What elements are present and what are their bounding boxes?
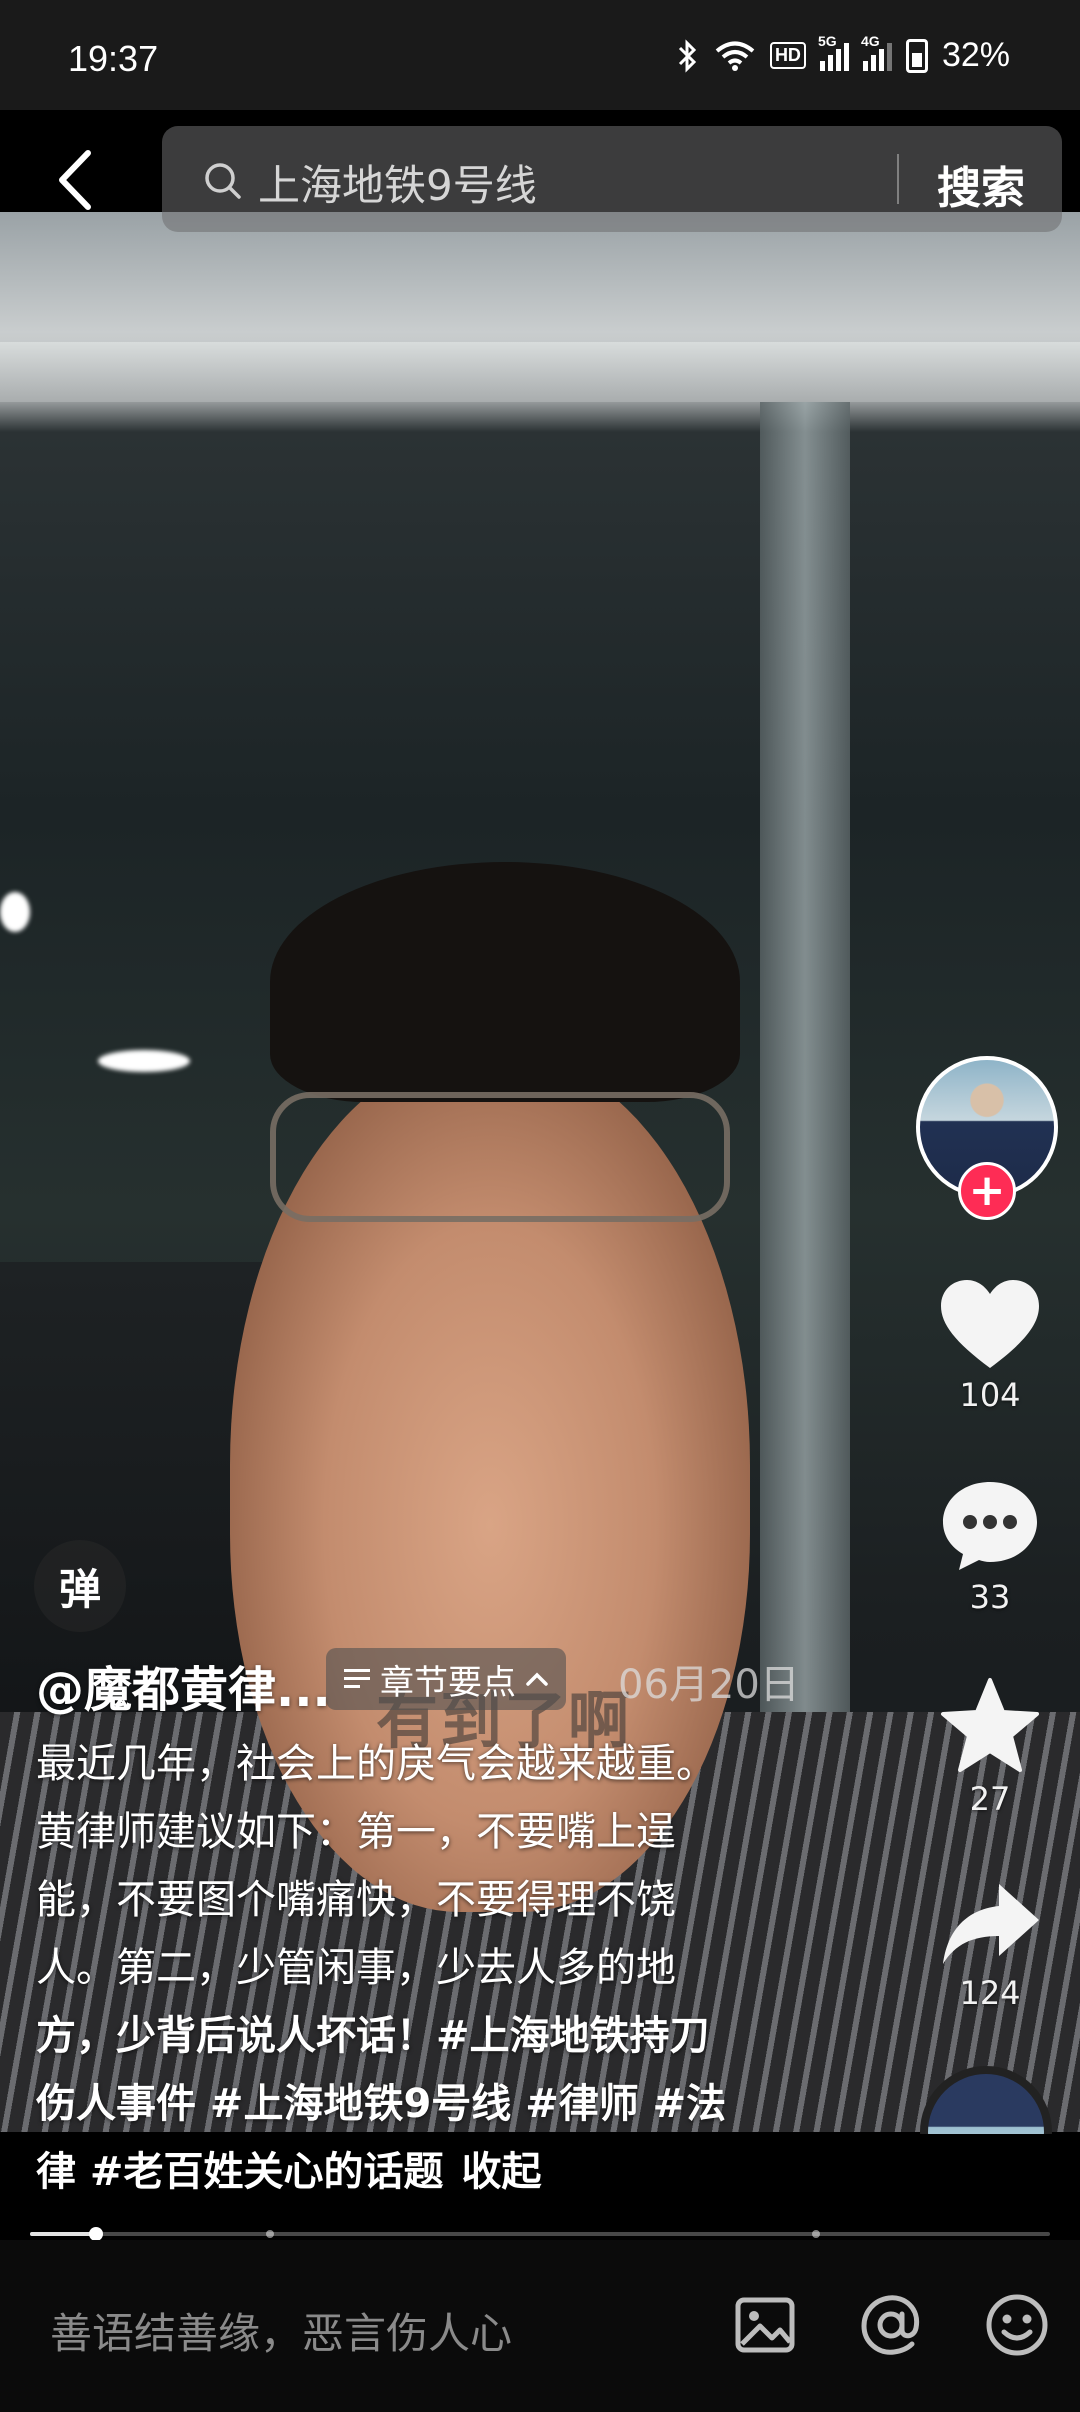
chapter-points-button[interactable]: 章节要点 xyxy=(326,1648,566,1710)
video-light xyxy=(98,1050,190,1072)
description-hashtags[interactable]: 律 #老百姓关心的话题 xyxy=(36,2149,443,2195)
chapter-marker xyxy=(812,2230,820,2238)
bluetooth-icon xyxy=(678,38,697,73)
chapter-marker xyxy=(266,2230,274,2238)
post-description[interactable]: 最近几年，社会上的戾气会越来越重。 黄律师建议如下：第一，不要嘴上逞 能，不要图… xyxy=(36,1730,796,2206)
collapse-button[interactable]: 收起 xyxy=(461,2149,541,2195)
video-person-glasses xyxy=(270,1092,730,1222)
status-icons: HD 5G 4G 32% xyxy=(676,33,1010,75)
description-line: 能，不要图个嘴痛快，不要得理不饶 xyxy=(36,1877,676,1923)
description-line: 方，少背后说人坏话！#上海地铁持刀 xyxy=(36,2013,710,2059)
favorite-count: 27 xyxy=(969,1780,1011,1818)
video-ceiling xyxy=(0,342,1080,402)
share-icon[interactable] xyxy=(935,1876,1045,1976)
status-time: 19:37 xyxy=(68,38,159,79)
status-bar: 19:37 HD 5G 4G 32% xyxy=(0,0,1080,110)
signal-5g-label: 5G xyxy=(817,32,837,49)
comment-input[interactable]: 善语结善缘，恶言伤人心 xyxy=(50,2300,512,2361)
signal-5g-icon: 5G xyxy=(818,33,849,71)
description-line: 最近几年，社会上的戾气会越来越重。 xyxy=(36,1741,716,1787)
progress-played xyxy=(30,2232,97,2236)
back-arrow-icon[interactable] xyxy=(50,145,100,215)
post-date: 06月20日 xyxy=(618,1662,800,1708)
share-count: 124 xyxy=(959,1974,1021,2012)
battery-icon xyxy=(905,38,928,73)
progress-knob[interactable] xyxy=(89,2227,104,2241)
search-query[interactable]: 上海地铁9号线 xyxy=(258,152,537,213)
search-icon xyxy=(205,163,241,199)
description-line: 人。第二，少管闲事，少去人多的地 xyxy=(36,1945,676,1991)
video-progress-bar[interactable] xyxy=(30,2227,1050,2241)
chapter-points-label: 章节要点 xyxy=(380,1662,516,1703)
search-box[interactable]: 上海地铁9号线 搜索 xyxy=(162,126,1062,232)
heart-icon[interactable] xyxy=(935,1276,1045,1376)
chevron-up-icon xyxy=(526,1672,548,1686)
video-light xyxy=(0,892,30,932)
description-line: 伤人事件 #上海地铁9号线 #律师 #法 xyxy=(36,2081,727,2127)
signal-4g-label: 4G xyxy=(860,32,880,49)
search-button[interactable]: 搜索 xyxy=(937,152,1025,216)
search-divider xyxy=(897,154,899,204)
battery-percent: 32% xyxy=(941,36,1010,74)
description-line: 黄律师建议如下：第一，不要嘴上逞 xyxy=(36,1809,676,1855)
comment-icon[interactable] xyxy=(935,1474,1045,1574)
description-last-line: 律 #老百姓关心的话题 收起 xyxy=(36,2138,796,2206)
like-count: 104 xyxy=(959,1376,1021,1414)
follow-plus-button[interactable]: + xyxy=(958,1162,1016,1220)
list-icon xyxy=(344,1669,370,1688)
star-icon[interactable] xyxy=(935,1676,1045,1776)
emoji-icon[interactable] xyxy=(982,2290,1052,2360)
at-icon[interactable] xyxy=(856,2290,926,2360)
signal-4g-icon: 4G xyxy=(861,33,892,71)
wifi-icon xyxy=(715,41,755,71)
danmaku-toggle-button[interactable]: 弹 xyxy=(34,1540,126,1632)
author-name[interactable]: @魔都黄律... xyxy=(36,1650,331,1720)
hd-voice-badge: HD xyxy=(769,42,806,69)
image-icon[interactable] xyxy=(730,2290,800,2360)
video-person-hair xyxy=(270,862,740,1102)
comment-count: 33 xyxy=(969,1578,1011,1616)
